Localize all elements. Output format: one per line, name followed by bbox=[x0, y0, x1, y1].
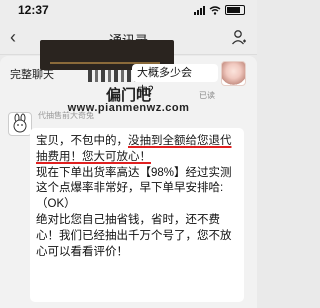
status-time: 12:37 bbox=[18, 3, 49, 17]
reply-line-1: 宝贝，不包中的， bbox=[36, 135, 128, 147]
signal-icon bbox=[194, 5, 205, 15]
battery-icon bbox=[225, 5, 245, 15]
status-icons bbox=[194, 5, 245, 15]
wifi-icon bbox=[209, 5, 221, 15]
seller-avatar bbox=[8, 112, 32, 136]
sender-name: 代抽售前大奇兔 bbox=[38, 111, 94, 120]
user-message-bubble: 大概多少会中？ bbox=[132, 64, 218, 97]
reply-line-4: 绝对比您自己抽省钱，省时，还不费心！我们已经抽出千万个号了，您不放心可以看看评价… bbox=[36, 213, 232, 258]
reply-line-3: 现在下单出货率高达【98%】经过实测这个点爆率非常好，早下单早安排哈:（OK） bbox=[36, 166, 232, 211]
seller-message-bubble: 宝贝，不包中的，没抽到全额给您退代抽费用！您大可放心！ 现在下单出货率高达【98… bbox=[30, 128, 244, 302]
person-icon[interactable] bbox=[231, 29, 247, 45]
status-bar: 12:37 bbox=[0, 0, 257, 22]
read-status: 已读 bbox=[199, 91, 215, 100]
user-avatar bbox=[221, 61, 246, 86]
rabbit-icon bbox=[13, 113, 27, 133]
